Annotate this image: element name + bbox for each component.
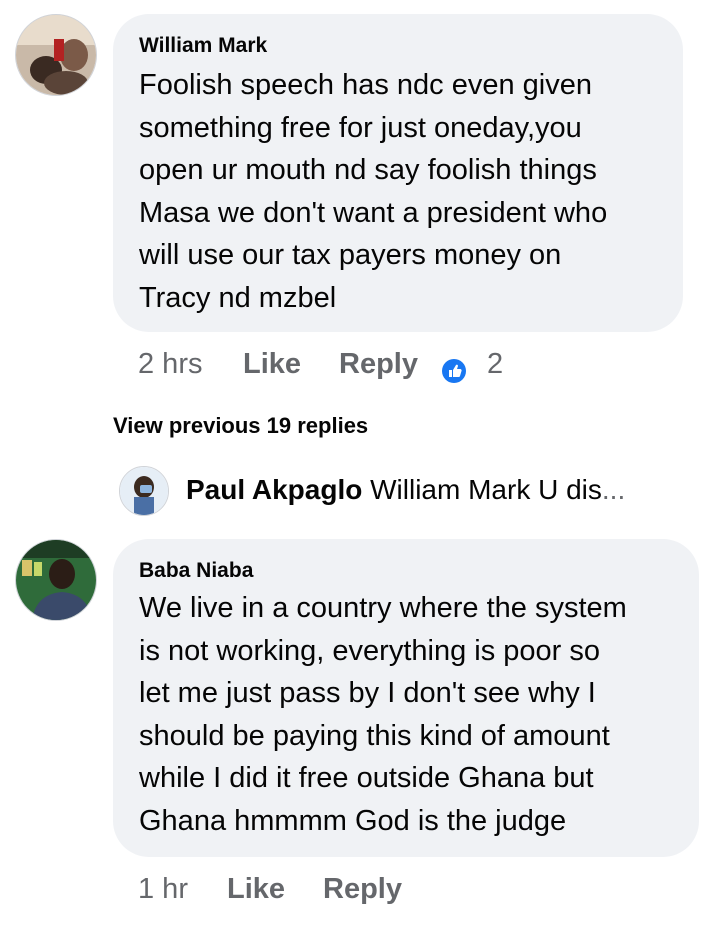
comment-text: We live in a country where the system is… [139, 592, 627, 837]
reply-preview[interactable]: Paul Akpaglo William Mark U dis... [186, 474, 625, 506]
avatar-baba-niaba[interactable] [15, 539, 97, 621]
avatar-image [16, 540, 96, 620]
comment-bubble: William Mark Foolish speech has ndc even… [113, 14, 683, 332]
reply-button[interactable]: Reply [339, 348, 418, 381]
comment-time[interactable]: 2 hrs [138, 348, 202, 381]
comment-author[interactable]: William Mark [139, 34, 267, 58]
like-icon [441, 358, 467, 384]
comment-author[interactable]: Baba Niaba [139, 559, 253, 583]
reply-author[interactable]: Paul Akpaglo [186, 474, 362, 505]
comment-time[interactable]: 1 hr [138, 873, 188, 906]
view-previous-replies-link[interactable]: View previous 19 replies [113, 413, 368, 439]
comment-bubble: Baba Niaba We live in a country where th… [113, 539, 699, 857]
like-button[interactable]: Like [243, 348, 301, 381]
reply-button[interactable]: Reply [323, 873, 402, 906]
avatar-image [16, 15, 96, 95]
avatar-william-mark[interactable] [15, 14, 97, 96]
avatar-paul-akpaglo[interactable] [119, 466, 169, 516]
avatar-image [120, 467, 168, 515]
comment-text: Foolish speech has ndc even given someth… [139, 69, 608, 314]
reply-snippet: William Mark U dis [370, 474, 602, 505]
reaction-count[interactable]: 2 [487, 348, 503, 381]
like-button[interactable]: Like [227, 873, 285, 906]
reply-ellipsis: ... [601, 474, 626, 505]
